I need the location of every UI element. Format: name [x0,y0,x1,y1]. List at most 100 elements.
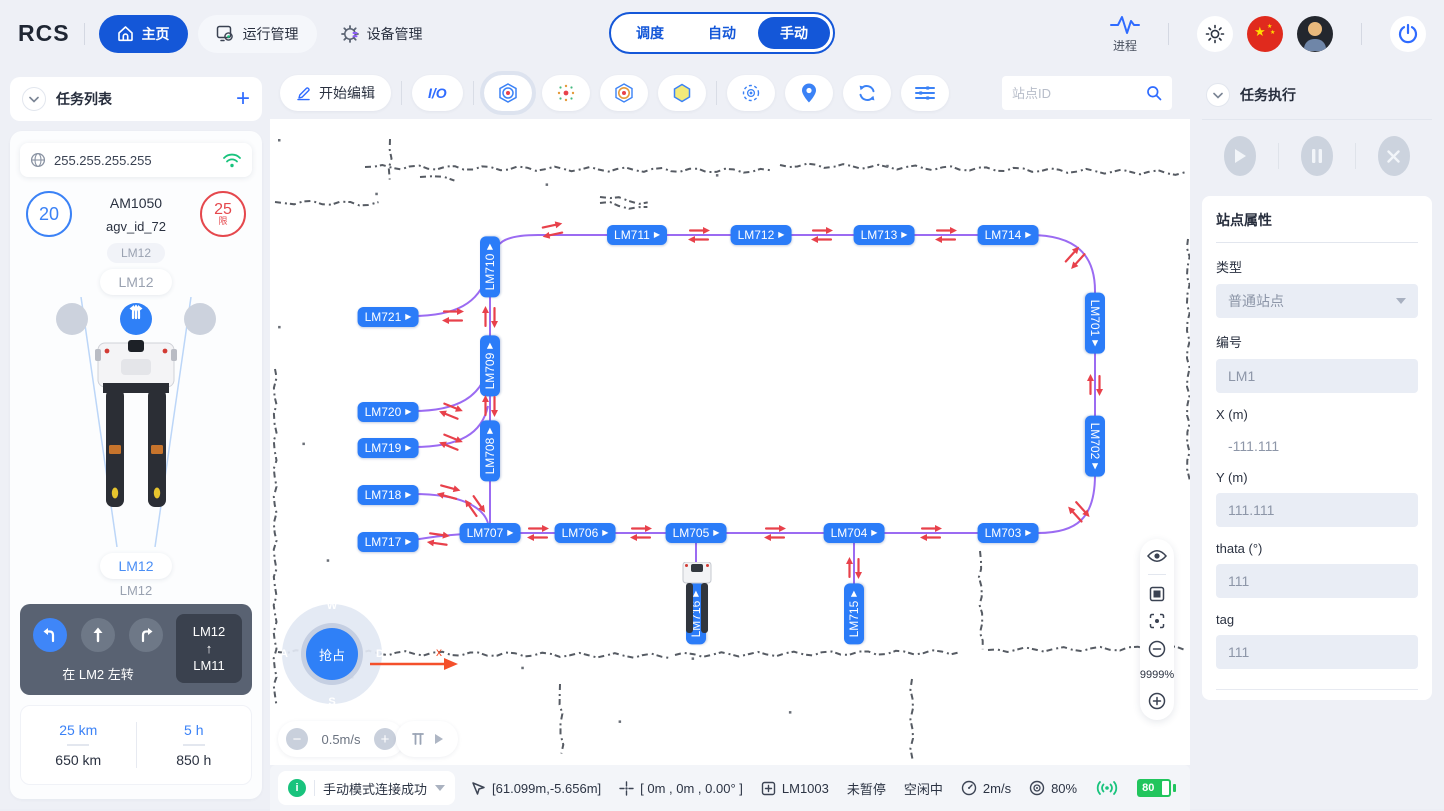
refresh-button[interactable] [843,75,891,111]
io-button[interactable]: I/O [412,75,463,111]
field-input[interactable]: 111.111 [1216,493,1418,527]
target-rings-button[interactable] [600,75,648,111]
joystick-left-key[interactable]: A [272,644,296,664]
station-node-LM702[interactable]: LM702▶ [1085,416,1105,477]
zoom-in-button[interactable] [1148,692,1166,710]
turn-right-indicator[interactable] [184,303,216,335]
field-value: -111.111 [1216,430,1418,456]
task-play-button[interactable] [1224,136,1256,176]
lidar-dot [886,165,889,168]
minimap-button[interactable] [1149,586,1165,602]
station-node-LM717[interactable]: LM717▶ [358,532,419,552]
turn-left-indicator[interactable] [56,303,88,335]
zoom-out-button[interactable] [1148,640,1166,658]
cursor-icon [471,781,486,796]
add-task-button[interactable]: + [236,87,250,111]
vehicle-scene [20,297,252,547]
task-pause-button[interactable] [1301,136,1333,176]
field-input[interactable]: LM1 [1216,359,1418,393]
station-node-LM714[interactable]: LM714▶ [978,225,1039,245]
station-search-input[interactable] [1012,86,1138,101]
vehicle-ip-row[interactable]: 255.255.255.255 [20,143,252,177]
task-exec-panel: 任务执行 站点属性 类型普通站点编号LM1X (m)-111.111Y (m)1… [1190,67,1444,809]
speed-increase-button[interactable]: + [374,728,396,750]
gear-icon [341,25,359,43]
station-label: LM707 [467,526,504,540]
station-node-LM718[interactable]: LM718▶ [358,485,419,505]
direction-arrows [1087,373,1103,402]
station-node-LM715[interactable]: LM715▶ [844,584,864,645]
user-avatar[interactable] [1297,16,1333,52]
mode-自动[interactable]: 自动 [686,17,758,49]
hexagon-zone-button[interactable] [658,75,706,111]
lidar-dot [619,720,622,723]
center-view-button[interactable] [1149,613,1165,629]
station-node-LM710[interactable]: LM710▶ [480,237,500,298]
station-node-LM719[interactable]: LM719▶ [358,438,419,458]
chevron-down-icon [29,96,39,103]
nav-home-item[interactable]: 主页 [99,15,188,53]
visibility-button[interactable] [1147,549,1167,563]
axis-x-label: x [436,647,442,659]
nav-monitor-gear-item[interactable]: 运行管理 [198,15,317,53]
station-node-LM704[interactable]: LM704▶ [824,523,885,543]
field-input[interactable]: 111 [1216,564,1418,598]
status-message[interactable]: i 手动模式连接成功 [278,771,455,805]
station-node-LM721[interactable]: LM721▶ [358,307,419,327]
status-value: 未暂停 [847,779,886,798]
navigation-panel: 在 LM2 左转 LM12 ↑ LM11 [20,604,252,695]
station-node-LM713[interactable]: LM713▶ [854,225,915,245]
play-icon [1233,148,1247,164]
theme-toggle-button[interactable] [1197,16,1233,52]
scatter-points-button[interactable] [542,75,590,111]
task-cancel-button[interactable] [1378,136,1410,176]
status-text-item: 未暂停 [847,779,886,798]
process-button[interactable]: 进程 [1110,14,1140,54]
collapse-button[interactable] [1206,83,1230,107]
station-node-LM709[interactable]: LM709▶ [480,336,500,397]
station-node-LM708[interactable]: LM708▶ [480,421,500,482]
status-value: 空闲中 [904,779,943,798]
nav-label: 主页 [142,24,170,44]
station-node-LM701[interactable]: LM701▶ [1085,293,1105,354]
station-node-LM707[interactable]: LM707▶ [460,523,521,543]
mode-手动[interactable]: 手动 [758,17,830,49]
sliders-button[interactable] [901,75,949,111]
field-input[interactable]: 111 [1216,635,1418,669]
stat-current: 5 h [137,722,252,738]
target-rings-icon [613,82,635,104]
field-select[interactable]: 普通站点 [1216,284,1418,318]
agv-on-map[interactable] [681,562,713,641]
location-pin-button[interactable] [785,75,833,111]
collapse-button[interactable] [22,87,46,111]
radar-button[interactable] [727,75,775,111]
station-direction-icon: ▶ [486,343,494,349]
nav-gear-item[interactable]: 设备管理 [323,15,441,53]
language-flag-button[interactable]: ★ ★ ★ [1247,16,1283,52]
fork-lift-control[interactable] [396,721,458,757]
station-node-LM706[interactable]: LM706▶ [555,523,616,543]
stat-total: 850 h [137,752,252,768]
station-target-button[interactable] [484,75,532,111]
joystick-down-key[interactable]: S [320,692,344,712]
speed-decrease-button[interactable]: − [286,728,308,750]
map-canvas[interactable]: LM711▶ LM712▶ LM713▶ LM714▶ LM701▶ LM702▶ LM71… [270,119,1190,765]
station-label: LM718 [365,488,402,502]
status-bar: i 手动模式连接成功 [61.099m,-5.656m][ 0m , 0m , … [270,765,1190,811]
station-node-LM711[interactable]: LM711▶ [607,225,667,245]
map-tool-buttons [484,75,949,111]
station-node-LM712[interactable]: LM712▶ [731,225,792,245]
joystick-up-key[interactable]: W [320,596,344,616]
mode-调度[interactable]: 调度 [614,17,686,49]
station-node-LM720[interactable]: LM720▶ [358,402,419,422]
station-node-LM705[interactable]: LM705▶ [666,523,727,543]
sun-icon [1205,24,1225,44]
station-node-LM703[interactable]: LM703▶ [978,523,1039,543]
field-: 类型普通站点 [1216,257,1418,318]
field-: 编号LM1 [1216,332,1418,393]
search-icon[interactable] [1146,85,1162,101]
start-edit-button[interactable]: 开始编辑 [280,75,391,111]
seize-control-button[interactable]: 抢占 [306,628,358,680]
power-button[interactable] [1390,16,1426,52]
dropdown-caret-icon[interactable] [435,785,445,791]
